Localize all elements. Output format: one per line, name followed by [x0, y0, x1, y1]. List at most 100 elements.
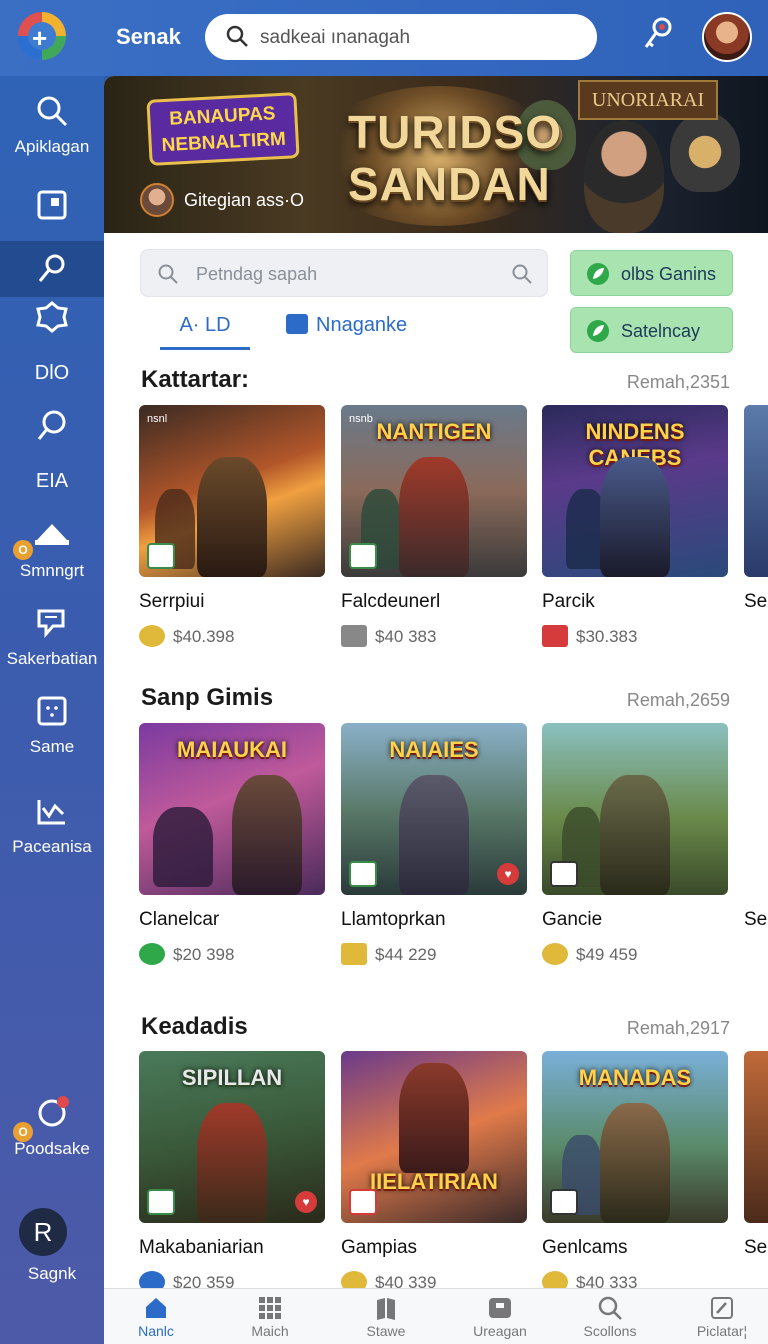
game-thumbnail: [744, 405, 768, 577]
coin-icon: [139, 625, 165, 647]
profile-avatar[interactable]: R: [19, 1208, 67, 1256]
user-avatar[interactable]: [702, 12, 752, 62]
price-value: $40.398: [173, 627, 235, 646]
nav-item-home[interactable]: Nanlc: [106, 1295, 206, 1339]
coin-icon: [542, 943, 568, 965]
game-name: Gancie: [542, 909, 603, 930]
app-logo-icon[interactable]: +: [18, 12, 66, 60]
hero-user-label: Gitegian ass·O: [184, 190, 305, 210]
sidebar-item-label: EIA: [35, 470, 69, 492]
game-name: Se: [744, 1237, 768, 1258]
character-figure: [399, 775, 469, 895]
character-figure: [600, 457, 670, 577]
game-card[interactable]: nsnl Serrpiui $40.398: [139, 405, 325, 647]
game-card[interactable]: Se: [744, 1051, 768, 1259]
character-figure: [197, 457, 267, 577]
nav-item-apps[interactable]: Maich: [220, 1295, 320, 1339]
sidebar-item-same[interactable]: Same: [0, 694, 104, 757]
nav-item-store[interactable]: Stawe: [336, 1295, 436, 1339]
sidebar-item-pin[interactable]: [0, 241, 104, 297]
sidebar-item-apiklagan[interactable]: Apiklagan: [0, 94, 104, 157]
hero-badge-logo: BANAUPAS NEBNALTIRM: [146, 92, 300, 166]
game-card[interactable]: nsnb NANTIGEN Falcdeunerl $40 383: [341, 405, 527, 647]
game-card[interactable]: IIELATIRIAN Gampias $40 339: [341, 1051, 527, 1293]
favorite-icon[interactable]: ♥: [295, 1191, 317, 1213]
game-price: $40 383: [341, 625, 527, 647]
home-icon: [146, 1298, 166, 1318]
sidebar-item-sagnk[interactable]: Sagnk: [0, 1260, 104, 1284]
tab-all[interactable]: A· LD: [160, 314, 250, 350]
hero-banner[interactable]: BANAUPAS NEBNALTIRM TURIDSO SANDAN UNORI…: [104, 76, 768, 233]
sidebar-item-magnifier[interactable]: [0, 408, 104, 447]
notification-badge: O: [13, 1122, 33, 1142]
nav-label: Nanlc: [138, 1323, 174, 1339]
character-figure: [197, 1103, 267, 1223]
game-name: Parcik: [542, 591, 595, 612]
game-art-title: SIPILLAN: [181, 1065, 283, 1090]
sidebar-item-eia[interactable]: EIA: [0, 466, 104, 493]
nav-item-piclatar[interactable]: Piclatar¦: [672, 1295, 768, 1339]
game-thumbnail: [542, 723, 728, 895]
leaf-icon: [587, 263, 609, 285]
game-name: Llamtoprkan: [341, 909, 446, 930]
hat-icon: [35, 524, 69, 545]
satelncay-button[interactable]: Satelncay: [570, 307, 733, 353]
search-input[interactable]: sadkeai ınanagah: [205, 14, 597, 60]
price-value: $49 459: [576, 945, 638, 964]
book-icon: [377, 1298, 395, 1320]
section-meta[interactable]: Remah,2659: [627, 690, 730, 711]
game-card[interactable]: Se: [744, 405, 768, 613]
sidebar-item-poodsake[interactable]: Poodsake O: [0, 1096, 104, 1159]
sidebar-item-paceanisa[interactable]: Paceanisa: [0, 794, 104, 857]
sidebar-item-badge[interactable]: [0, 300, 104, 339]
game-card[interactable]: NINDENS CANEBS Parcik $30.383: [542, 405, 728, 647]
filter-input[interactable]: Petndag sapah: [140, 249, 548, 297]
price-value: $44 229: [375, 945, 437, 964]
tray-icon: [489, 1298, 511, 1318]
section-meta[interactable]: Remah,2351: [627, 372, 730, 393]
game-card[interactable]: SIPILLAN ♥ Makabaniarian $20 359: [139, 1051, 325, 1293]
game-card[interactable]: MANADAS Genlcams $40 333: [542, 1051, 728, 1293]
search-icon: [158, 264, 178, 284]
nav-item-ureagan[interactable]: Ureagan: [450, 1295, 550, 1339]
game-card[interactable]: Gancie $49 459: [542, 723, 728, 965]
tab-nnaganke[interactable]: Nnaganke: [286, 314, 407, 350]
section-title: Keadadis: [141, 1013, 248, 1040]
game-thumbnail: nsnb NANTIGEN: [341, 405, 527, 577]
section-meta[interactable]: Remah,2917: [627, 1018, 730, 1039]
search-icon: [37, 96, 68, 127]
thumb-tag: nsnl: [147, 413, 168, 425]
game-card[interactable]: Se: [744, 723, 768, 931]
game-name: Serrpiui: [139, 591, 205, 612]
app-brand: Senak: [116, 24, 181, 49]
sidebar-item-smnngrt[interactable]: Smnngrt O: [0, 518, 104, 581]
game-card[interactable]: NAIAIES ♥ Llamtoprkan $44 229: [341, 723, 527, 965]
hero-user-avatar: [140, 183, 174, 217]
hero-title: TURIDSO SANDAN: [348, 106, 562, 210]
sidebar: Apiklagan DlO EIA Smnngrt O Sakerbatian …: [0, 76, 104, 1344]
main-content: BANAUPAS NEBNALTIRM TURIDSO SANDAN UNORI…: [104, 76, 768, 1344]
corner-logo: [349, 861, 377, 887]
search-icon[interactable]: [511, 263, 533, 285]
olbs-ganins-button[interactable]: olbs Ganins: [570, 250, 733, 296]
sidebar-item-dlo[interactable]: DlO: [0, 358, 104, 385]
sidebar-item-sakerbatian[interactable]: Sakerbatian: [0, 606, 104, 669]
coin-icon: [139, 943, 165, 965]
hero-title-line: SANDAN: [348, 158, 551, 210]
sidebar-item-label: Same: [29, 737, 75, 756]
character-figure: [399, 1063, 469, 1173]
favorite-icon[interactable]: ♥: [497, 863, 519, 885]
character-figure: [399, 457, 469, 577]
sidebar-item-window[interactable]: [0, 188, 104, 227]
game-thumbnail: [744, 723, 768, 895]
nav-item-scollons[interactable]: Scollons: [560, 1295, 660, 1339]
section-title: Kattartar:: [141, 366, 250, 393]
key-icon[interactable]: [640, 15, 674, 55]
window-icon: [37, 190, 67, 220]
tag-icon: [542, 625, 568, 647]
game-price: $49 459: [542, 943, 728, 965]
sidebar-item-label: DlO: [34, 362, 70, 384]
notification-badge: O: [13, 540, 33, 560]
sidebar-item-label: Sakerbatian: [6, 649, 98, 668]
game-card[interactable]: MAIAUKAI Clanelcar $20 398: [139, 723, 325, 965]
